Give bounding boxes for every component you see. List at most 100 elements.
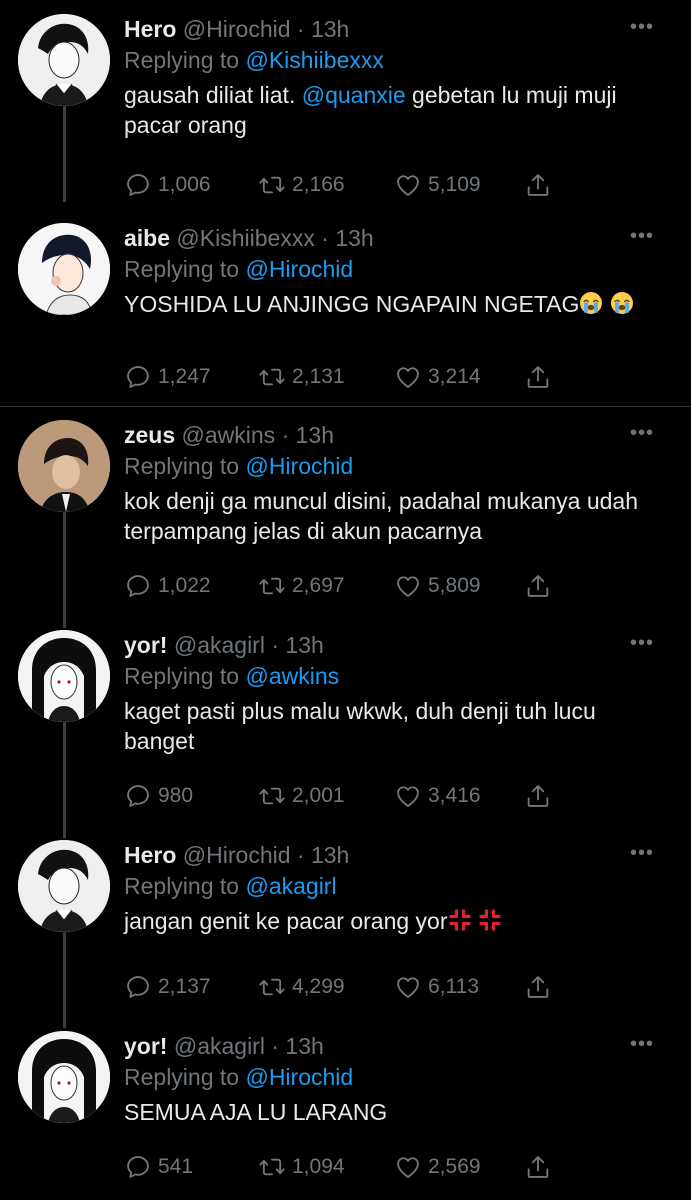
avatar[interactable] (18, 1031, 110, 1123)
retweet-count: 2,697 (292, 574, 345, 597)
user-handle[interactable]: @Kishiibexxx (176, 225, 314, 251)
more-options-icon[interactable]: ••• (630, 423, 654, 443)
text-mention[interactable]: @quanxie (302, 82, 406, 108)
reply-button[interactable]: 2,137 (124, 970, 211, 1004)
replying-to: Replying to @akagirl (124, 870, 661, 902)
retweet-button[interactable]: 2,166 (258, 168, 345, 202)
retweet-button[interactable]: 2,001 (258, 779, 345, 813)
user-handle[interactable]: @awkins (182, 422, 276, 448)
timestamp[interactable]: 13h (311, 16, 349, 42)
user-handle[interactable]: @Hirochid (183, 16, 291, 42)
like-count: 5,809 (428, 574, 481, 597)
display-name[interactable]: yor! (124, 632, 167, 658)
display-name[interactable]: Hero (124, 16, 176, 42)
tweet-text: YOSHIDA LU ANJINGG NGAPAIN NGETAG (124, 289, 661, 319)
replying-to: Replying to @Hirochid (124, 450, 661, 482)
replying-to-mention[interactable]: @akagirl (245, 873, 336, 899)
like-button[interactable]: 5,809 (394, 569, 481, 603)
share-button[interactable] (524, 168, 558, 202)
tweet-text-part: jangan genit ke pacar orang yor (124, 908, 448, 934)
timestamp[interactable]: 13h (296, 422, 334, 448)
replying-to: Replying to @Kishiibexxx (124, 44, 661, 76)
tweet-actions: 980 2,001 3,416 (124, 779, 564, 813)
separator-dot: · (321, 225, 329, 251)
share-button[interactable] (524, 970, 558, 1004)
reply-count: 1,006 (158, 173, 211, 196)
share-icon (524, 782, 552, 810)
share-button[interactable] (524, 779, 558, 813)
retweet-button[interactable]: 2,131 (258, 360, 345, 394)
tweet-text-part: gausah diliat liat. (124, 82, 302, 108)
like-count: 5,109 (428, 173, 481, 196)
timestamp[interactable]: 13h (285, 632, 323, 658)
user-handle[interactable]: @Hirochid (183, 842, 291, 868)
replying-to: Replying to @Hirochid (124, 1061, 661, 1093)
avatar[interactable] (18, 840, 110, 932)
avatar[interactable] (18, 420, 110, 512)
tweet-actions: 2,137 4,299 6,113 (124, 970, 564, 1004)
avatar[interactable] (18, 630, 110, 722)
reply-icon (124, 1153, 152, 1181)
tweet-header: yor! @akagirl · 13h (124, 1031, 661, 1061)
more-options-icon[interactable]: ••• (630, 17, 654, 37)
like-count: 3,214 (428, 365, 481, 388)
retweet-icon (258, 1153, 286, 1181)
more-options-icon[interactable]: ••• (630, 633, 654, 653)
reply-button[interactable]: 1,022 (124, 569, 211, 603)
replying-to-mention[interactable]: @Hirochid (245, 1064, 353, 1090)
retweet-icon (258, 171, 286, 199)
timestamp[interactable]: 13h (335, 225, 373, 251)
tweet-header: Hero @Hirochid · 13h (124, 14, 661, 44)
avatar[interactable] (18, 223, 110, 315)
reply-icon (124, 572, 152, 600)
reply-button[interactable]: 541 (124, 1150, 193, 1184)
replying-to-mention[interactable]: @awkins (245, 663, 339, 689)
separator-dot: · (281, 422, 290, 448)
thread-connector (63, 932, 66, 1028)
like-count: 6,113 (428, 975, 479, 998)
user-handle[interactable]: @akagirl (174, 1033, 265, 1059)
separator-dot: · (296, 842, 305, 868)
share-button[interactable] (524, 360, 558, 394)
heart-icon (394, 171, 422, 199)
retweet-count: 1,094 (292, 1155, 345, 1178)
more-options-icon[interactable]: ••• (630, 226, 654, 246)
retweet-icon (258, 782, 286, 810)
retweet-button[interactable]: 2,697 (258, 569, 345, 603)
like-button[interactable]: 3,214 (394, 360, 481, 394)
reply-button[interactable]: 1,247 (124, 360, 211, 394)
display-name[interactable]: aibe (124, 225, 170, 251)
share-button[interactable] (524, 1150, 558, 1184)
share-button[interactable] (524, 569, 558, 603)
user-handle[interactable]: @akagirl (174, 632, 265, 658)
replying-to-mention[interactable]: @Kishiibexxx (245, 47, 383, 73)
more-options-icon[interactable]: ••• (630, 1034, 654, 1054)
replying-to-mention[interactable]: @Hirochid (245, 453, 353, 479)
replying-to-mention[interactable]: @Hirochid (245, 256, 353, 282)
retweet-button[interactable]: 1,094 (258, 1150, 345, 1184)
timestamp[interactable]: 13h (311, 842, 349, 868)
reply-button[interactable]: 1,006 (124, 168, 211, 202)
like-button[interactable]: 5,109 (394, 168, 481, 202)
display-name[interactable]: zeus (124, 422, 175, 448)
thread-connector (63, 722, 66, 838)
like-button[interactable]: 3,416 (394, 779, 481, 813)
like-button[interactable]: 6,113 (394, 970, 479, 1004)
tweet-header: yor! @akagirl · 13h (124, 630, 661, 660)
more-options-icon[interactable]: ••• (630, 843, 654, 863)
like-button[interactable]: 2,569 (394, 1150, 481, 1184)
crying-face-emoji (610, 291, 634, 315)
share-icon (524, 171, 552, 199)
tweet-content: aibe @Kishiibexxx · 13h Replying to @Hir… (124, 223, 661, 319)
display-name[interactable]: yor! (124, 1033, 167, 1059)
tweet-header: Hero @Hirochid · 13h (124, 840, 661, 870)
retweet-icon (258, 572, 286, 600)
timestamp[interactable]: 13h (285, 1033, 323, 1059)
heart-icon (394, 782, 422, 810)
thread-connector (63, 512, 66, 628)
retweet-button[interactable]: 4,299 (258, 970, 345, 1004)
avatar[interactable] (18, 14, 110, 106)
separator-dot: · (271, 632, 280, 658)
reply-button[interactable]: 980 (124, 779, 193, 813)
display-name[interactable]: Hero (124, 842, 176, 868)
